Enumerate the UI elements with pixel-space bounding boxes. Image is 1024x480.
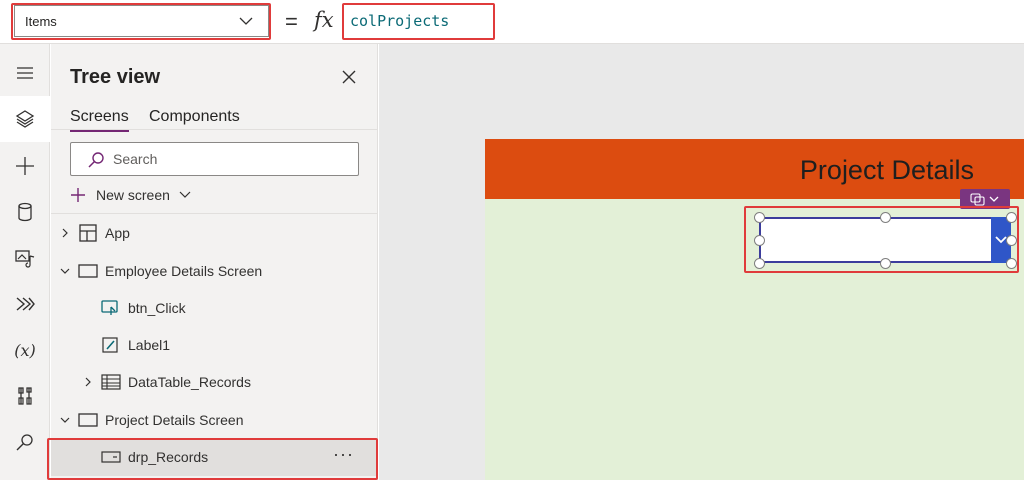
header-bar: Project Details	[485, 139, 1024, 199]
drp-records-highlight-box	[47, 438, 378, 480]
header-title: Project Details	[799, 155, 974, 185]
chevron-right-icon[interactable]	[59, 227, 71, 239]
canvas-area: Project Details	[379, 44, 1024, 480]
tree-view-title: Tree view	[70, 66, 161, 88]
tools-icon[interactable]	[0, 373, 50, 419]
add-icon[interactable]	[0, 143, 50, 189]
new-screen-label: New screen	[96, 187, 170, 203]
tree-node-label: btn_Click	[128, 300, 186, 316]
tree-node-project-details-screen[interactable]: Project Details Screen	[51, 403, 378, 437]
flow-icon[interactable]	[0, 281, 50, 327]
tree-node-label: Label1	[128, 337, 171, 353]
tree-node-label1[interactable]: Label1	[51, 328, 378, 362]
fx-icon: fx	[314, 8, 334, 32]
formula-bar: Items = fx colProjects	[0, 0, 1024, 44]
layers-icon[interactable]	[0, 96, 50, 142]
chevron-down-icon[interactable]	[59, 265, 71, 277]
data-icon[interactable]	[0, 189, 50, 235]
tree-node-btn-click[interactable]: btn_Click	[51, 291, 378, 325]
tree-divider	[51, 213, 378, 214]
tree-node-app[interactable]: App	[51, 216, 378, 250]
table-icon	[101, 374, 121, 390]
tree-node-label: Employee Details Screen	[105, 263, 263, 279]
search-input[interactable]	[113, 149, 343, 169]
tabs-divider	[51, 129, 378, 130]
equals-sign: =	[285, 9, 298, 34]
screen-icon	[78, 413, 98, 427]
chevron-down-icon[interactable]	[59, 414, 71, 426]
tree-node-datatable-records[interactable]: DataTable_Records	[51, 365, 378, 399]
label-icon	[102, 337, 118, 353]
tab-components[interactable]: Components	[149, 108, 240, 126]
tree-node-label: Project Details Screen	[105, 412, 244, 428]
add-icon	[71, 188, 85, 202]
variables-label: (x)	[14, 340, 36, 360]
menu-icon[interactable]	[0, 50, 50, 96]
search-icon	[88, 152, 104, 168]
media-icon[interactable]	[0, 235, 50, 281]
dropdown-highlight-box	[744, 206, 1019, 273]
tree-search[interactable]	[70, 142, 359, 176]
chevron-down-icon	[179, 191, 191, 198]
tree-node-label: App	[105, 225, 130, 241]
button-icon	[101, 300, 118, 315]
chevron-right-icon[interactable]	[82, 376, 94, 388]
close-icon[interactable]	[340, 68, 358, 86]
tree-view-panel: Tree view Screens Components New screen …	[47, 44, 378, 480]
tree-node-label: DataTable_Records	[128, 374, 251, 390]
formula-highlight-box	[342, 3, 495, 40]
search-icon[interactable]	[0, 420, 50, 466]
property-highlight-box	[11, 3, 271, 40]
new-screen-button[interactable]: New screen	[70, 184, 192, 206]
variables-icon[interactable]: (x)	[0, 327, 50, 373]
tree-node-employee-details-screen[interactable]: Employee Details Screen	[51, 254, 378, 288]
app-icon	[79, 224, 97, 242]
screen-icon	[78, 264, 98, 278]
tab-screens[interactable]: Screens	[70, 108, 129, 132]
app-screen-preview: Project Details	[485, 139, 1024, 480]
left-rail: (x)	[0, 44, 50, 480]
